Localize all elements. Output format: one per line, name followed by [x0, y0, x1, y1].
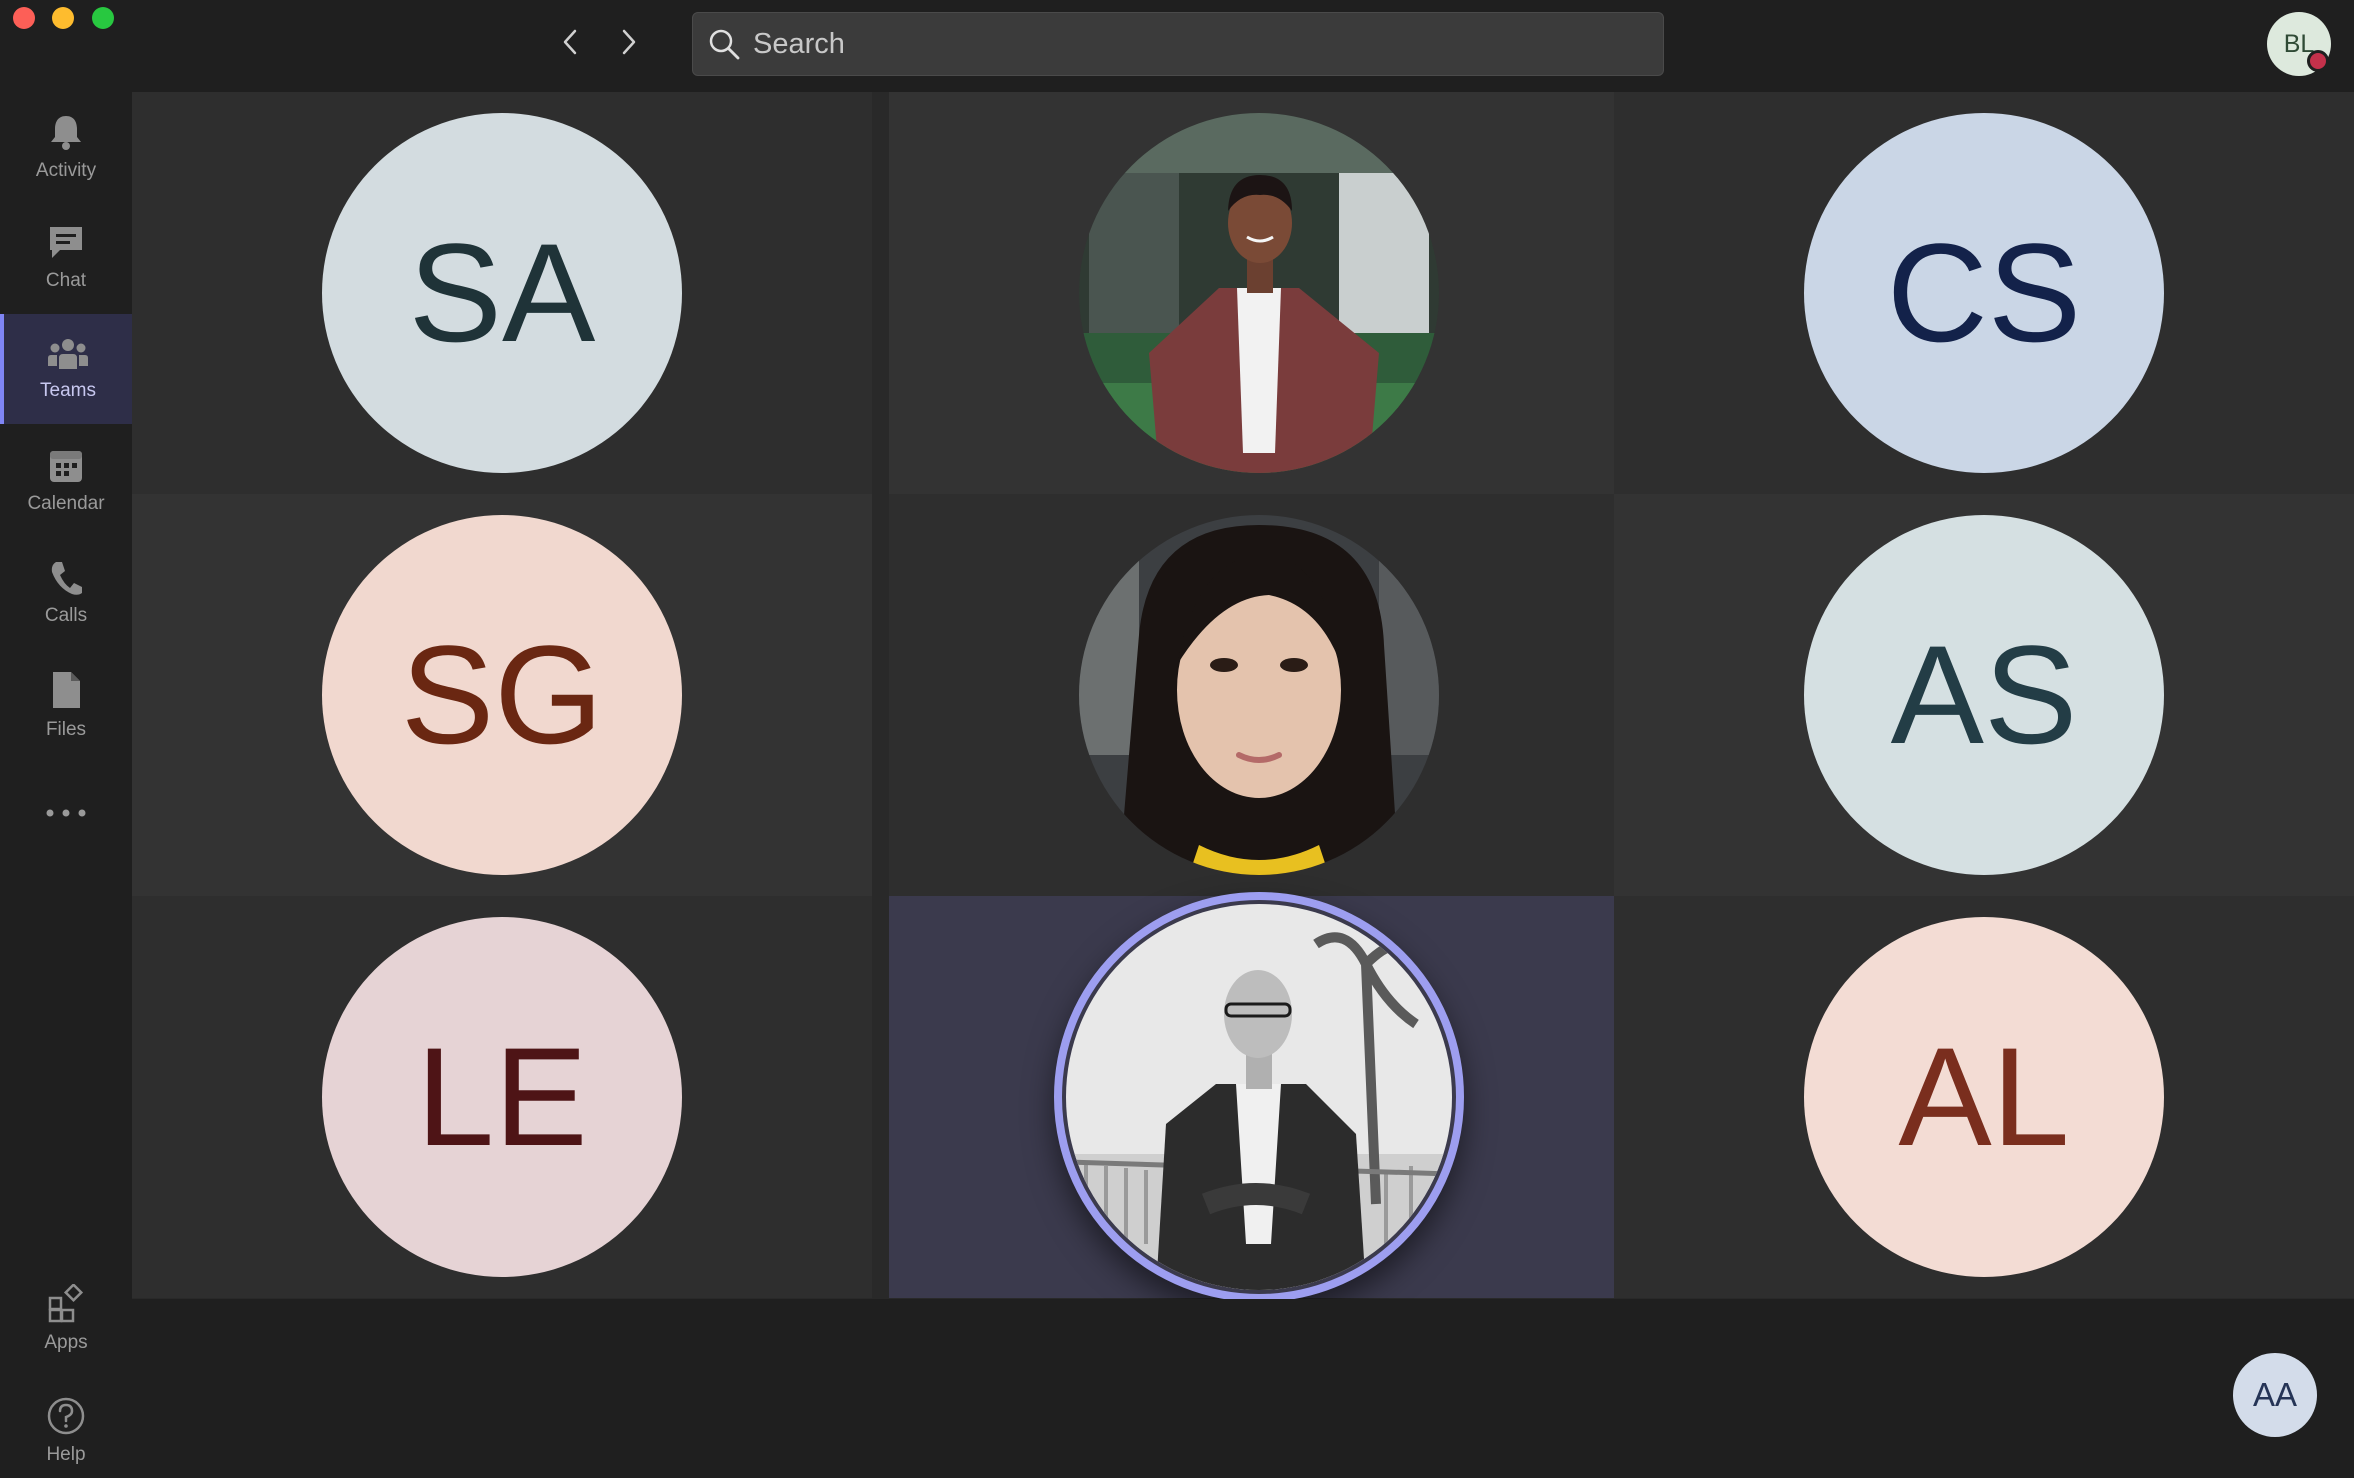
participant-avatar: CS — [1804, 113, 2164, 473]
rail-label: Calendar — [27, 493, 105, 514]
chevron-right-icon — [622, 29, 636, 55]
participant-initials: LE — [416, 1018, 588, 1175]
rail-item-apps[interactable]: Apps — [0, 1264, 132, 1374]
chevron-left-icon — [563, 29, 577, 55]
title-bar: BL — [0, 0, 2354, 92]
chat-icon — [50, 227, 82, 258]
participant-avatar: AS — [1804, 515, 2164, 875]
self-initials: AA — [2252, 1376, 2298, 1413]
bell-icon — [51, 116, 81, 150]
participant-initials: AL — [1898, 1018, 2070, 1175]
search-icon — [709, 29, 740, 60]
window-minimize-button[interactable] — [52, 7, 74, 29]
rail-label: Activity — [35, 160, 97, 181]
meeting-bottom-area — [132, 1299, 2354, 1478]
participant-avatar: AL — [1804, 917, 2164, 1277]
window-close-button[interactable] — [13, 7, 35, 29]
participant-tile[interactable]: SG — [132, 494, 872, 896]
participant-tile[interactable] — [889, 494, 1629, 896]
forward-button[interactable] — [608, 22, 648, 62]
participant-tile[interactable]: SA — [132, 92, 872, 494]
participant-tile[interactable]: AL — [1614, 896, 2354, 1298]
app-rail: Activity Chat Teams Calendar Calls Files… — [0, 92, 132, 1478]
participant-avatar: SG — [322, 515, 682, 875]
rail-label: Files — [45, 719, 87, 740]
participant-avatar: LE — [322, 917, 682, 1277]
back-button[interactable] — [551, 22, 591, 62]
participant-initials: AS — [1890, 616, 2078, 773]
phone-icon — [51, 562, 82, 595]
participant-initials: SA — [408, 214, 596, 371]
teams-icon — [48, 339, 88, 369]
more-icon — [46, 809, 86, 817]
man-brown-blazer-photo — [1079, 113, 1439, 473]
rail-item-teams[interactable]: Teams — [0, 314, 132, 424]
rail-item-files[interactable]: Files — [0, 650, 132, 760]
speaking-indicator-ring — [1054, 892, 1464, 1302]
participant-initials: SG — [400, 616, 604, 773]
rail-item-calendar[interactable]: Calendar — [0, 426, 132, 536]
participant-tile-speaking[interactable] — [889, 892, 1629, 1302]
rail-label: Help — [46, 1444, 86, 1465]
participant-photo — [1079, 113, 1439, 473]
participant-tile[interactable]: CS — [1614, 92, 2354, 494]
participant-tile[interactable] — [889, 92, 1629, 494]
rail-item-calls[interactable]: Calls — [0, 538, 132, 648]
self-preview-avatar[interactable]: AA — [2233, 1353, 2317, 1437]
file-icon — [53, 672, 80, 708]
man-bw-speaking-photo — [1066, 904, 1452, 1290]
woman-portrait-photo — [1079, 515, 1439, 875]
teams-window: BL Activity Chat Teams Calendar Calls Fi… — [0, 0, 2354, 1478]
presence-status-badge — [2307, 50, 2329, 72]
meeting-stage: SA CS SG AS LE AL — [132, 92, 2354, 1302]
rail-label: Apps — [44, 1332, 88, 1353]
rail-item-help[interactable]: Help — [0, 1376, 132, 1478]
help-icon — [47, 1397, 85, 1435]
participant-initials: CS — [1886, 214, 2082, 371]
search-input[interactable] — [753, 13, 1633, 75]
participant-tile[interactable]: LE — [132, 896, 872, 1298]
participant-avatar: SA — [322, 113, 682, 473]
rail-item-chat[interactable]: Chat — [0, 202, 132, 312]
rail-item-more[interactable] — [0, 762, 132, 872]
rail-item-activity[interactable]: Activity — [0, 92, 132, 202]
rail-label: Chat — [45, 270, 87, 291]
rail-label: Teams — [40, 380, 96, 401]
calendar-icon — [50, 451, 82, 482]
participant-photo — [1079, 515, 1439, 875]
apps-icon — [48, 1284, 84, 1323]
search-bar[interactable] — [692, 12, 1664, 76]
rail-label: Calls — [44, 605, 88, 626]
participant-tile[interactable]: AS — [1614, 494, 2354, 896]
participant-photo — [1066, 904, 1452, 1290]
window-maximize-button[interactable] — [92, 7, 114, 29]
